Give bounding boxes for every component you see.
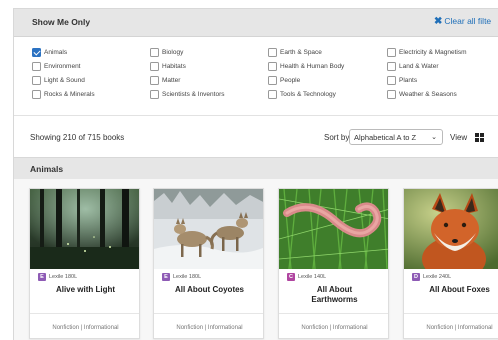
grid-view-icon[interactable] <box>475 133 484 142</box>
clear-all-filters-link[interactable]: ✖ Clear all filte <box>434 16 491 27</box>
results-count: Showing 210 of 715 books <box>30 133 125 142</box>
section-header: Animals <box>14 157 498 179</box>
section-title: Animals <box>30 164 64 174</box>
filter-habitats[interactable]: Habitats <box>150 60 186 72</box>
checkbox[interactable] <box>32 47 41 57</box>
filter-label: Scientists & Inventors <box>162 90 225 98</box>
book-type: Nonfiction | Informational <box>426 325 493 331</box>
book-title[interactable]: All About Earthworms <box>279 285 388 305</box>
divider <box>14 115 498 116</box>
checkbox[interactable] <box>268 61 277 71</box>
book-title[interactable]: All About Foxes <box>404 285 498 295</box>
book-type: Nonfiction | Informational <box>176 325 243 331</box>
filter-title: Show Me Only <box>32 17 91 27</box>
filter-label: Earth & Space <box>280 48 322 56</box>
filter-label: Electricity & Magnetism <box>399 48 467 56</box>
divider <box>404 313 498 314</box>
lexile-info: D Lexile 240L <box>412 273 451 281</box>
checkbox[interactable] <box>150 89 159 99</box>
chevron-down-icon: ⌄ <box>431 134 437 141</box>
filter-environment[interactable]: Environment <box>32 60 81 72</box>
checkbox[interactable] <box>387 75 396 85</box>
filter-health-human-body[interactable]: Health & Human Body <box>268 60 344 72</box>
filter-people[interactable]: People <box>268 74 300 86</box>
close-icon: ✖ <box>434 16 443 27</box>
book-card[interactable]: E Lexile 180L All About Coyotes Nonficti… <box>153 188 264 339</box>
lexile-info: C Lexile 140L <box>287 273 326 281</box>
filter-plants[interactable]: Plants <box>387 74 417 86</box>
level-badge: D <box>412 273 420 281</box>
filter-land-water[interactable]: Land & Water <box>387 60 439 72</box>
divider <box>30 313 139 314</box>
filter-label: Matter <box>162 76 181 84</box>
filter-matter[interactable]: Matter <box>150 74 180 86</box>
level-badge: E <box>38 273 46 281</box>
filter-electricity-magnetism[interactable]: Electricity & Magnetism <box>387 46 467 58</box>
book-title[interactable]: All About Coyotes <box>154 285 263 295</box>
view-label: View <box>450 133 468 142</box>
filter-label: Tools & Technology <box>280 90 336 98</box>
filter-weather-seasons[interactable]: Weather & Seasons <box>387 88 457 100</box>
book-card[interactable]: D Lexile 240L All About Foxes Nonfiction… <box>403 188 498 339</box>
book-type: Nonfiction | Informational <box>52 325 119 331</box>
filter-label: Animals <box>44 48 68 56</box>
filter-label: Rocks & Minerals <box>44 90 95 98</box>
filter-label: Habitats <box>162 62 186 70</box>
checkbox[interactable] <box>150 47 159 57</box>
checkbox[interactable] <box>32 61 41 71</box>
results-toolbar: Showing 210 of 715 books Sort by Alphabe… <box>14 119 498 157</box>
filter-light-sound[interactable]: Light & Sound <box>32 74 85 86</box>
clear-all-label: Clear all filte <box>444 16 492 26</box>
filter-label: People <box>280 76 301 84</box>
sort-label: Sort by <box>324 133 350 142</box>
checkbox[interactable] <box>32 75 41 85</box>
lexile-info: E Lexile 180L <box>38 273 77 281</box>
sort-select[interactable]: Alphabetical A to Z ⌄ <box>349 129 443 145</box>
lexile-label: Lexile 180L <box>173 274 202 280</box>
checkbox[interactable] <box>268 75 277 85</box>
lexile-label: Lexile 140L <box>298 274 327 280</box>
divider <box>154 313 263 314</box>
filter-biology[interactable]: Biology <box>150 46 183 58</box>
filter-label: Biology <box>162 48 184 56</box>
checkbox[interactable] <box>268 89 277 99</box>
filter-rocks-minerals[interactable]: Rocks & Minerals <box>32 88 95 100</box>
book-title[interactable]: Alive with Light <box>30 285 139 295</box>
filter-label: Land & Water <box>399 62 439 70</box>
checkbox[interactable] <box>387 61 396 71</box>
divider <box>279 313 388 314</box>
filter-label: Plants <box>399 76 418 84</box>
filter-scientists-inventors[interactable]: Scientists & Inventors <box>150 88 225 100</box>
lexile-label: Lexile 180L <box>49 274 78 280</box>
filter-animals[interactable]: Animals <box>32 46 67 58</box>
library-panel: Show Me Only ✖ Clear all filte Animals En… <box>13 8 498 340</box>
filter-label: Light & Sound <box>44 76 85 84</box>
level-badge: C <box>287 273 295 281</box>
filter-grid: Animals Environment Light & Sound Rocks … <box>14 37 498 115</box>
checkbox[interactable] <box>387 89 396 99</box>
lexile-label: Lexile 240L <box>423 274 452 280</box>
filter-label: Environment <box>44 62 81 70</box>
book-cover-image[interactable] <box>279 189 388 269</box>
book-type: Nonfiction | Informational <box>301 325 368 331</box>
checkbox[interactable] <box>150 75 159 85</box>
lexile-info: E Lexile 180L <box>162 273 201 281</box>
book-grid: E Lexile 180L Alive with Light Nonfictio… <box>14 179 498 340</box>
filter-label: Weather & Seasons <box>399 90 457 98</box>
checkbox[interactable] <box>32 89 41 99</box>
book-card[interactable]: E Lexile 180L Alive with Light Nonfictio… <box>29 188 140 339</box>
checkbox[interactable] <box>268 47 277 57</box>
filter-tools-technology[interactable]: Tools & Technology <box>268 88 336 100</box>
book-cover-image[interactable] <box>154 189 263 269</box>
filter-header: Show Me Only ✖ Clear all filte <box>14 9 498 37</box>
filter-label: Health & Human Body <box>280 62 345 70</box>
checkbox[interactable] <box>150 61 159 71</box>
checkbox[interactable] <box>387 47 396 57</box>
book-cover-image[interactable] <box>30 189 139 269</box>
book-card[interactable]: C Lexile 140L All About Earthworms Nonfi… <box>278 188 389 339</box>
level-badge: E <box>162 273 170 281</box>
sort-value: Alphabetical A to Z <box>354 133 417 142</box>
book-cover-image[interactable] <box>404 189 498 269</box>
filter-earth-space[interactable]: Earth & Space <box>268 46 322 58</box>
